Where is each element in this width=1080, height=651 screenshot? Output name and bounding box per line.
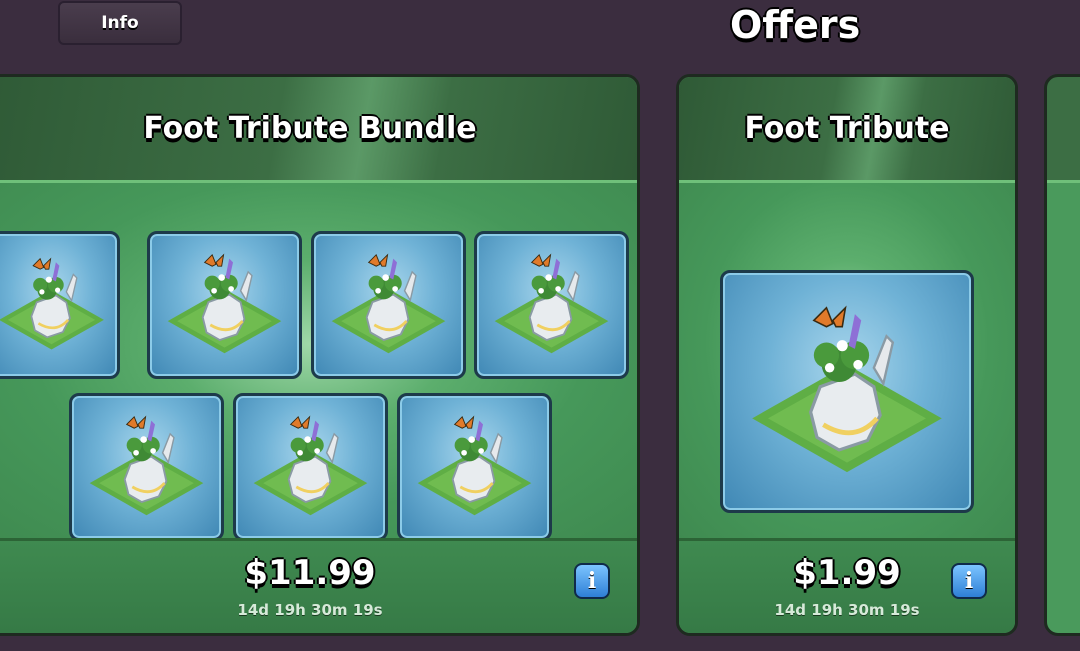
offer-card-single[interactable]: Foot Tribute $1.99 14d 19h 30m 19s i bbox=[676, 74, 1018, 636]
offer-footer: $1.99 14d 19h 30m 19s i bbox=[679, 538, 1015, 633]
foot-tribute-decoration-icon bbox=[88, 415, 205, 517]
offer-items-area bbox=[679, 183, 1015, 541]
item-tile bbox=[474, 231, 629, 379]
item-tile bbox=[233, 393, 388, 541]
page-title: Offers bbox=[730, 3, 861, 47]
foot-tribute-decoration-icon bbox=[166, 253, 283, 355]
info-icon[interactable]: i bbox=[951, 563, 987, 599]
offer-card-bundle[interactable]: Foot Tribute Bundle $11.99 14d 19h 30m 1… bbox=[0, 74, 640, 636]
item-tile bbox=[69, 393, 224, 541]
offer-timer: 14d 19h 30m 19s bbox=[237, 601, 383, 619]
info-tab-button[interactable]: Info bbox=[58, 1, 182, 45]
offer-timer: 14d 19h 30m 19s bbox=[774, 601, 920, 619]
item-tile bbox=[147, 231, 302, 379]
offer-price-button[interactable]: $11.99 bbox=[0, 553, 637, 593]
offer-title: Foot Tribute Bundle bbox=[143, 111, 477, 146]
foot-tribute-decoration-icon bbox=[330, 253, 447, 355]
foot-tribute-decoration-icon bbox=[0, 257, 106, 351]
info-icon[interactable]: i bbox=[574, 563, 610, 599]
offer-card-next-partial[interactable] bbox=[1044, 74, 1080, 636]
offer-card-header: Foot Tribute Bundle bbox=[0, 77, 637, 183]
item-tile bbox=[720, 270, 974, 513]
offer-footer: $11.99 14d 19h 30m 19s i bbox=[0, 538, 637, 633]
item-tile bbox=[311, 231, 466, 379]
offer-title: Foot Tribute bbox=[744, 111, 950, 146]
foot-tribute-decoration-icon bbox=[416, 415, 533, 517]
offer-card-header: Foot Tribute bbox=[679, 77, 1015, 183]
foot-tribute-decoration-icon bbox=[723, 273, 971, 510]
item-tile bbox=[0, 231, 120, 379]
offer-items-area bbox=[0, 183, 637, 541]
item-tile bbox=[397, 393, 552, 541]
info-tab-label: Info bbox=[101, 13, 139, 33]
foot-tribute-decoration-icon bbox=[493, 253, 610, 355]
foot-tribute-decoration-icon bbox=[252, 415, 369, 517]
